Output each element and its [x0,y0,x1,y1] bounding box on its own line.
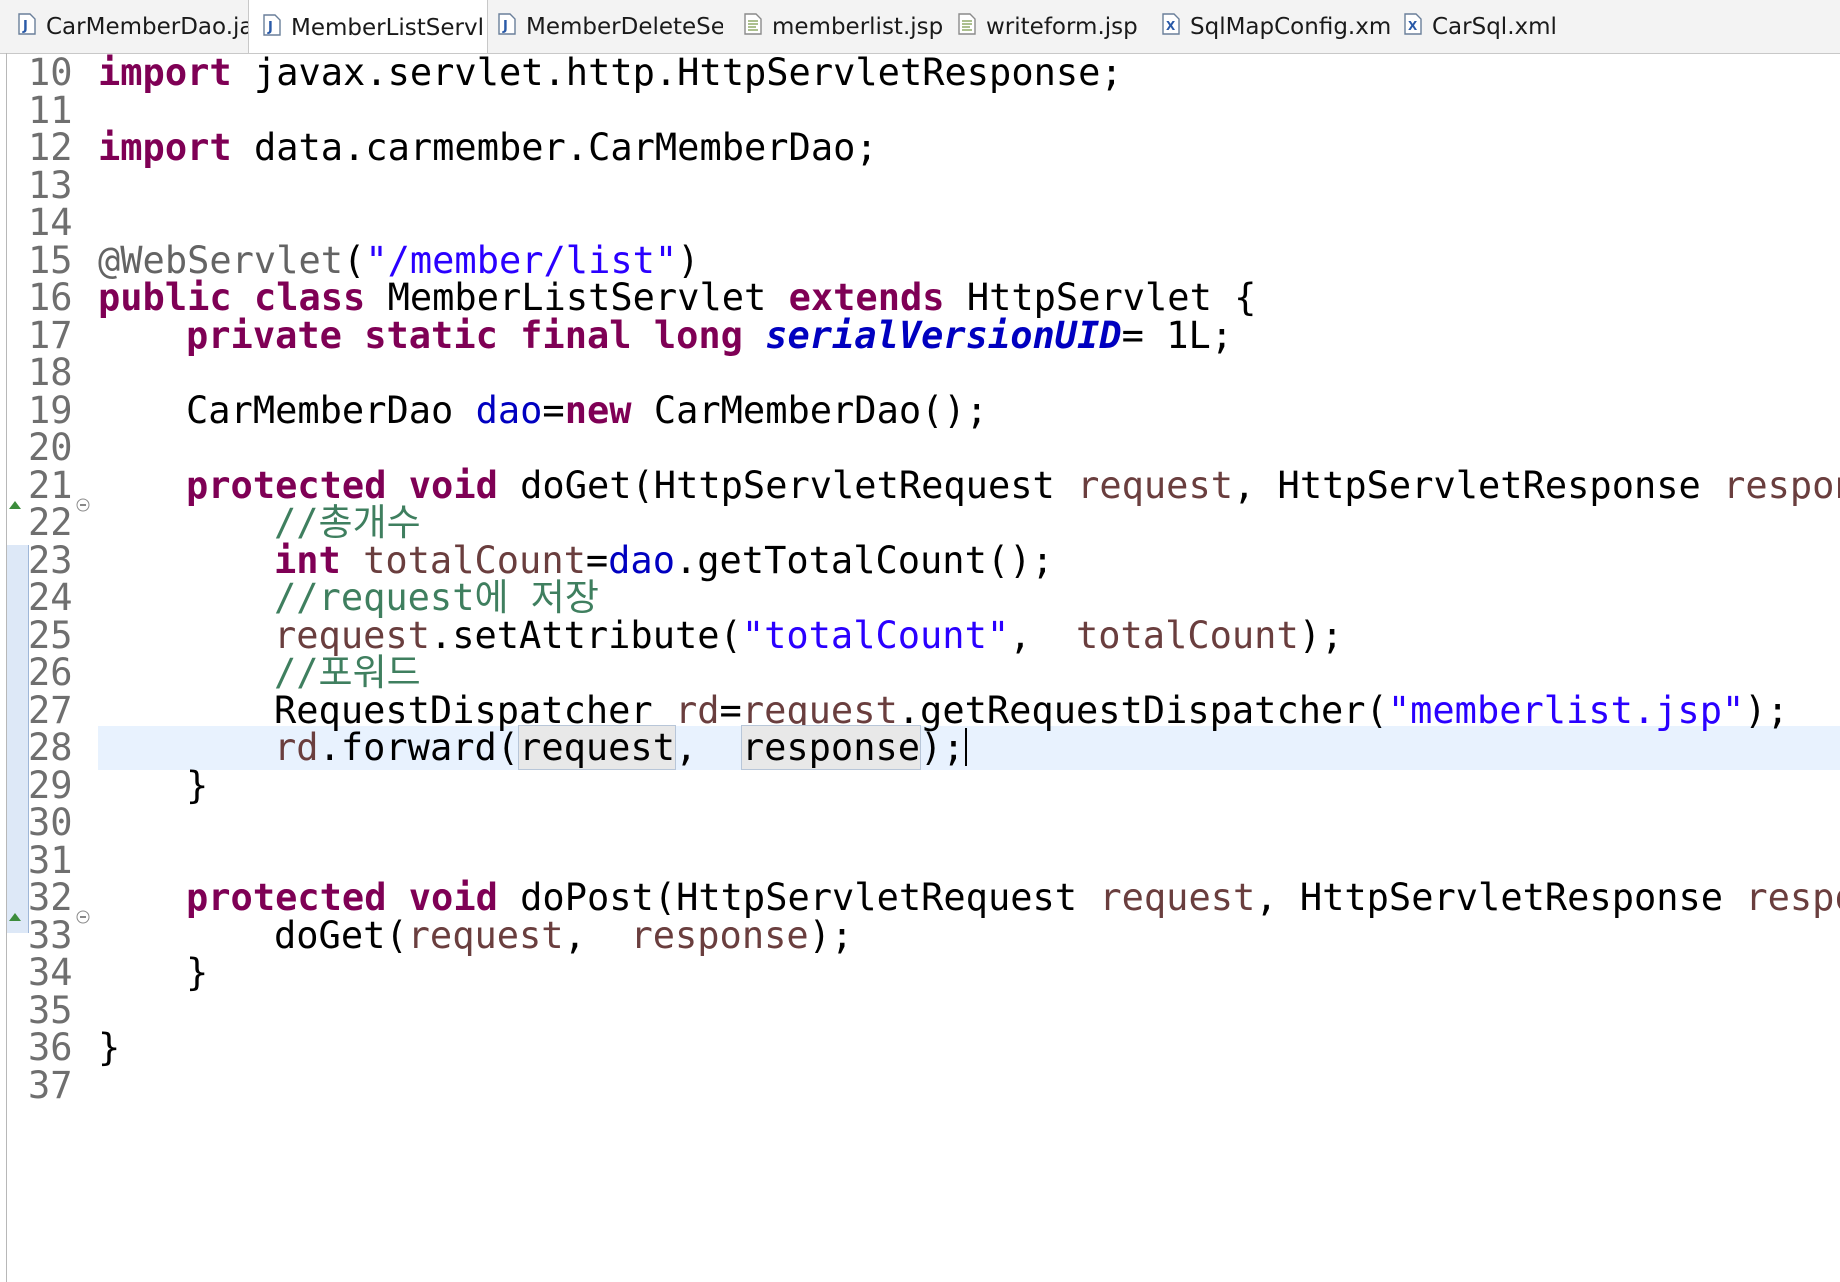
editor-left-border [6,53,7,1282]
java-file-icon: J [498,12,516,41]
text-caret [964,728,967,766]
svg-text:X: X [1408,19,1418,33]
tab-memberlistservlet[interactable]: J MemberListServl [248,0,488,53]
tab-label: CarMemberDao.ja [46,13,248,40]
svg-text:J: J [502,19,508,34]
tab-writeform-jsp[interactable]: writeform.jsp [958,0,1148,53]
tab-sqlmapconfig-xml[interactable]: X SqlMapConfig.xm [1162,0,1392,53]
fold-toggle-icon[interactable] [76,890,90,924]
code-line[interactable]: 37 [0,1064,1840,1108]
svg-text:J: J [22,19,28,34]
java-file-icon: J [263,13,281,42]
tab-memberlist-jsp[interactable]: memberlist.jsp [744,0,944,53]
tab-label: CarSql.xml [1432,13,1557,40]
java-file-icon: J [18,12,36,41]
tab-label: MemberDeleteSer [526,13,723,40]
xml-file-icon: X [1404,12,1422,41]
tab-carmemberdao[interactable]: J CarMemberDao.ja [18,0,248,53]
svg-text:J: J [267,20,273,35]
svg-text:X: X [1166,19,1176,33]
override-marker-icon [8,890,22,921]
editor-tab-bar: J CarMemberDao.ja J MemberListServl J Me… [0,0,1840,54]
code-editor[interactable]: 10 import javax.servlet.http.HttpServletR… [0,53,1840,1282]
tab-label: memberlist.jsp [772,13,944,40]
tab-memberdeleteservlet[interactable]: J MemberDeleteSer [498,0,723,53]
tab-label: SqlMapConfig.xm [1190,13,1392,40]
jsp-file-icon [958,12,976,41]
tab-label: MemberListServl [291,14,485,41]
tab-label: writeform.jsp [986,13,1138,40]
tab-carsql-xml[interactable]: X CarSql.xml [1404,0,1604,53]
xml-file-icon: X [1162,12,1180,41]
line-number: 37 [28,1063,73,1107]
fold-toggle-icon[interactable] [76,478,90,511]
override-marker-icon [8,478,22,509]
jsp-file-icon [744,12,762,41]
